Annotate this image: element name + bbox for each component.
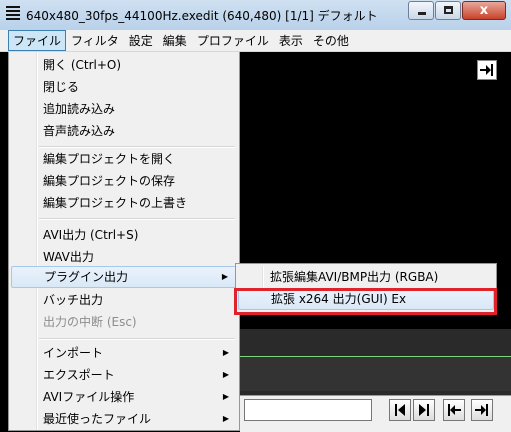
- maximize-button[interactable]: [435, 1, 461, 20]
- close-icon: x: [479, 3, 489, 18]
- menu-edit[interactable]: 編集: [158, 30, 192, 51]
- menu-item-label: 音声読み込み: [43, 124, 116, 138]
- goto-end-button[interactable]: [477, 60, 497, 80]
- menu-item-plugin-output[interactable]: プラグイン出力 ▶: [11, 266, 237, 288]
- menu-item-batch-output[interactable]: バッチ出力: [11, 289, 237, 311]
- menu-item-label: 出力の中断 (Esc): [43, 315, 137, 329]
- timeline-track: [240, 357, 511, 391]
- step-forward-icon: [419, 404, 429, 416]
- submenu-item-label: 拡張編集AVI/BMP出力 (RGBA): [270, 270, 439, 284]
- submenu-item-extended-avi-bmp[interactable]: 拡張編集AVI/BMP出力 (RGBA): [238, 267, 494, 288]
- menu-separator: [39, 338, 235, 340]
- window-controls: x: [407, 1, 506, 20]
- menu-item-audio-load[interactable]: 音声読み込み: [11, 120, 237, 142]
- minimize-icon: [418, 12, 426, 15]
- menu-item-export[interactable]: エクスポート ▶: [11, 364, 237, 386]
- menu-file[interactable]: ファイル: [8, 30, 67, 51]
- highlight-annotation-box: [234, 288, 497, 315]
- menu-item-overwrite-project[interactable]: 編集プロジェクトの上書き: [11, 192, 237, 214]
- menu-item-open[interactable]: 開く (Ctrl+O): [11, 54, 237, 76]
- timeline-area[interactable]: [240, 329, 511, 395]
- goto-end-nav-button[interactable]: [471, 399, 493, 421]
- step-back-button[interactable]: [389, 399, 411, 421]
- submenu-arrow-icon: ▶: [222, 348, 229, 357]
- goto-end-icon: [480, 64, 493, 76]
- menu-item-label: 追加読み込み: [43, 102, 116, 116]
- menu-item-wav-output[interactable]: WAV出力: [11, 246, 237, 268]
- menu-item-label: AVIファイル操作: [43, 390, 135, 404]
- menu-view[interactable]: 表示: [274, 30, 308, 51]
- seek-slider[interactable]: [244, 399, 372, 421]
- playback-bar: [240, 395, 511, 432]
- menu-item-label: 最近使ったファイル: [43, 412, 152, 426]
- menu-separator: [39, 218, 235, 220]
- step-back-icon: [395, 404, 405, 416]
- menu-other[interactable]: その他: [308, 30, 354, 51]
- menu-bar: ファイル フィルタ 設定 編集 プロファイル 表示 その他: [0, 30, 511, 52]
- menu-item-save-project[interactable]: 編集プロジェクトの保存: [11, 170, 237, 192]
- menu-item-close[interactable]: 閉じる: [11, 76, 237, 98]
- minimize-button[interactable]: [408, 1, 434, 20]
- menu-filter[interactable]: フィルタ: [66, 30, 124, 51]
- menu-item-label: 編集プロジェクトを開く: [43, 152, 176, 166]
- menu-item-label: 開く (Ctrl+O): [43, 58, 122, 72]
- menu-item-abort-output: 出力の中断 (Esc): [11, 311, 237, 333]
- menu-item-open-project[interactable]: 編集プロジェクトを開く: [11, 148, 237, 170]
- menu-item-label: AVI出力 (Ctrl+S): [43, 228, 139, 242]
- title-bar: 640x480_30fps_44100Hz.exedit (640,480) […: [0, 0, 511, 31]
- submenu-arrow-icon: ▶: [222, 392, 229, 401]
- menu-item-avi-file-ops[interactable]: AVIファイル操作 ▶: [11, 386, 237, 408]
- menu-item-recent-files[interactable]: 最近使ったファイル ▶: [11, 408, 237, 430]
- menu-item-label: バッチ出力: [43, 293, 104, 307]
- menu-item-label: 閉じる: [43, 80, 80, 94]
- menu-item-label: WAV出力: [43, 250, 94, 264]
- menu-item-avi-output[interactable]: AVI出力 (Ctrl+S): [11, 224, 237, 246]
- menu-item-import[interactable]: インポート ▶: [11, 342, 237, 364]
- menu-profile[interactable]: プロファイル: [192, 30, 274, 51]
- menu-item-label: エクスポート: [43, 368, 115, 382]
- close-button[interactable]: x: [462, 1, 506, 20]
- submenu-arrow-icon: ▶: [222, 370, 229, 379]
- submenu-arrow-icon: ▶: [222, 414, 229, 423]
- maximize-icon: [444, 6, 453, 14]
- menu-item-append-load[interactable]: 追加読み込み: [11, 98, 237, 120]
- menu-item-label: 編集プロジェクトの上書き: [43, 196, 188, 210]
- menu-settings[interactable]: 設定: [124, 30, 158, 51]
- goto-end-nav-icon: [475, 404, 488, 416]
- submenu-arrow-icon: ▶: [221, 272, 228, 281]
- goto-start-button[interactable]: [443, 399, 465, 421]
- app-icon: [6, 6, 20, 24]
- step-forward-button[interactable]: [413, 399, 435, 421]
- menu-item-label: 編集プロジェクトの保存: [43, 174, 176, 188]
- window-title: 640x480_30fps_44100Hz.exedit (640,480) […: [26, 9, 378, 23]
- file-menu-dropdown: 開く (Ctrl+O) 閉じる 追加読み込み 音声読み込み 編集プロジェクトを開…: [8, 52, 240, 431]
- menu-item-label: プラグイン出力: [44, 270, 129, 284]
- goto-start-icon: [448, 404, 461, 416]
- menu-item-label: インポート: [43, 346, 104, 360]
